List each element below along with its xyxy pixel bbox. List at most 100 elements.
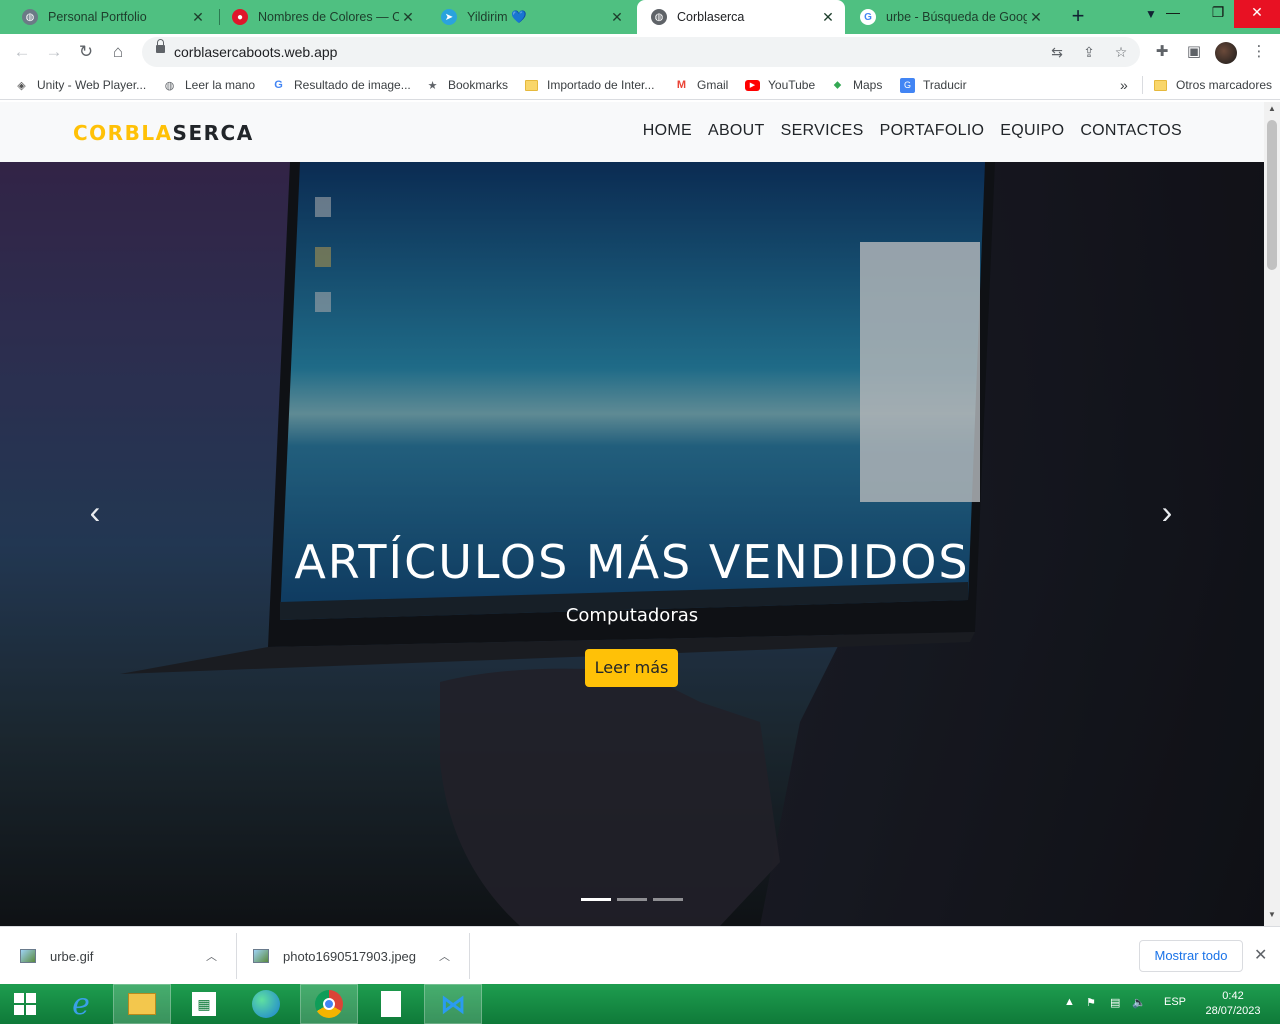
menu-kebab-icon[interactable]: ⋮ [1249,42,1269,62]
system-clock[interactable]: 0:42 28/07/2023 [1198,989,1268,1019]
nav-services[interactable]: SERVICES [781,122,864,140]
network-flag-icon[interactable]: ⚑ [1086,996,1096,1009]
bookmark-star-icon[interactable]: ☆ [1112,43,1130,61]
url-text[interactable]: corblasercaboots.web.app [174,44,337,60]
carousel-indicator-3[interactable] [653,898,683,901]
bookmark-gmail[interactable]: M Gmail [674,76,728,94]
translate-icon[interactable]: ⇆ [1048,43,1066,61]
scroll-up-icon[interactable]: ▲ [1264,104,1280,118]
tab-strip: ◍ Personal Portfolio ✕ ● Nombres de Colo… [0,0,1280,34]
nav-portafolio[interactable]: PORTAFOLIO [880,122,985,140]
bookmark-maps[interactable]: ⬥ Maps [830,76,883,94]
gmail-icon: M [676,79,687,91]
reload-icon[interactable]: ↻ [74,40,98,64]
web-page: CORBLASERCA HOME ABOUT SERVICES PORTAFOL… [0,102,1264,926]
carousel-indicator-2[interactable] [617,898,647,901]
share-icon[interactable]: ⇪ [1080,43,1098,61]
close-tab-icon[interactable]: ✕ [819,9,837,26]
download-filename: urbe.gif [50,948,94,964]
nav-home[interactable]: HOME [643,122,692,140]
globe-icon: ◍ [22,9,38,25]
page-scrollbar[interactable]: ▲ ▼ [1264,102,1280,926]
telegram-icon: ➤ [441,9,457,25]
close-shelf-icon[interactable]: ✕ [1254,945,1267,965]
network-icon[interactable]: ▤ [1110,996,1120,1009]
bookmark-bookmarks[interactable]: ★ Bookmarks [425,76,508,94]
side-panel-icon[interactable]: ▣ [1184,42,1204,62]
vscode-icon: ⋈ [440,988,466,1019]
show-all-downloads-button[interactable]: Mostrar todo [1139,940,1243,972]
windows-taskbar: e ▦ ⋈ ▲ ⚑ ▤ 🔈 ESP 0:42 28/07/2023 [0,984,1280,1024]
windows-logo-icon [14,993,36,1015]
globe-icon: ◍ [651,9,667,25]
google-icon: G [860,9,876,25]
carousel-next-icon[interactable]: › [1147,492,1187,532]
folder-icon [524,78,539,93]
home-icon[interactable]: ⌂ [106,40,130,64]
language-indicator[interactable]: ESP [1164,996,1186,1008]
bookmark-otros[interactable]: Otros marcadores [1142,76,1272,94]
close-tab-icon[interactable]: ✕ [1027,9,1045,26]
carousel-prev-icon[interactable]: ‹ [75,492,115,532]
taskbar-store[interactable]: ▦ [175,984,233,1024]
nav-equipo[interactable]: EQUIPO [1000,122,1064,140]
scrollbar-thumb[interactable] [1267,120,1277,270]
edge-icon [252,990,280,1018]
nav-contactos[interactable]: CONTACTOS [1080,122,1182,140]
forward-icon[interactable]: → [42,40,66,64]
download-item-photo[interactable]: photo1690517903.jpeg ︿ [253,927,463,985]
minimize-icon[interactable]: — [1150,0,1196,28]
store-icon: ▦ [192,992,216,1016]
lock-icon[interactable] [156,39,165,53]
more-bookmarks-icon[interactable]: » [1120,76,1128,94]
hero-subtitle: Computadoras [565,605,699,626]
download-shelf: urbe.gif ︿ photo1690517903.jpeg ︿ Mostra… [0,926,1280,984]
download-separator [469,933,470,979]
carousel-indicator-1[interactable] [581,898,611,901]
hero-carousel: ‹ › ARTÍCULOS MÁS VENDIDOS Computadoras … [0,162,1264,926]
bookmark-traducir[interactable]: G Traducir [900,76,967,94]
extensions-icon[interactable]: ✚ [1152,42,1172,62]
close-window-icon[interactable]: ✕ [1234,0,1280,28]
chevron-up-icon[interactable]: ︿ [439,948,450,964]
tab-urbe-google[interactable]: G urbe - Búsqueda de Google ✕ [846,0,1053,34]
site-logo[interactable]: CORBLASERCA [73,121,254,145]
bookmark-leer-mano[interactable]: ◍ Leer la mano [162,76,255,94]
volume-icon[interactable]: 🔈 [1132,996,1146,1009]
start-button[interactable] [0,984,50,1024]
new-tab-icon[interactable]: + [1066,4,1090,28]
tray-chevron-up-icon[interactable]: ▲ [1064,996,1075,1008]
tab-corblaserca[interactable]: ◍ Corblaserca ✕ [637,0,845,34]
bookmarks-bar: ◈ Unity - Web Player... ◍ Leer la mano G… [0,70,1280,100]
taskbar-file-explorer[interactable] [113,984,171,1024]
site-navbar: CORBLASERCA HOME ABOUT SERVICES PORTAFOL… [0,102,1264,162]
leer-mas-button[interactable]: Leer más [585,649,678,687]
internet-explorer-icon: e [72,986,90,1022]
taskbar-edge[interactable] [237,984,295,1024]
taskbar-vscode[interactable]: ⋈ [424,984,482,1024]
address-bar[interactable]: corblasercaboots.web.app ⇆ ⇪ ☆ [142,37,1140,67]
document-icon [381,991,401,1017]
unity-icon: ◈ [17,79,26,92]
tab-personal-portfolio[interactable]: ◍ Personal Portfolio ✕ [8,0,215,34]
bookmark-unity[interactable]: ◈ Unity - Web Player... [14,76,146,94]
tab-nombres-colores[interactable]: ● Nombres de Colores — Có ✕ [218,0,425,34]
taskbar-internet-explorer[interactable]: e [52,984,110,1024]
scroll-down-icon[interactable]: ▼ [1264,910,1280,924]
hero-title: ARTÍCULOS MÁS VENDIDOS [294,535,970,589]
bookmark-youtube[interactable]: ▶ YouTube [745,76,815,94]
nav-about[interactable]: ABOUT [708,122,765,140]
back-icon[interactable]: ← [10,40,34,64]
download-item-urbe[interactable]: urbe.gif ︿ [20,927,230,985]
close-tab-icon[interactable]: ✕ [608,9,626,26]
tab-yildirim[interactable]: ➤ Yildirim 💙 ✕ [427,0,634,34]
bookmark-resultado[interactable]: G Resultado de image... [271,76,411,94]
profile-avatar[interactable] [1215,42,1237,64]
taskbar-chrome[interactable] [300,984,358,1024]
close-tab-icon[interactable]: ✕ [189,9,207,26]
close-tab-icon[interactable]: ✕ [399,9,417,26]
taskbar-notepad[interactable] [362,984,420,1024]
bookmark-importado[interactable]: Importado de Inter... [524,76,654,94]
chevron-up-icon[interactable]: ︿ [206,948,217,964]
chrome-icon [315,990,343,1018]
